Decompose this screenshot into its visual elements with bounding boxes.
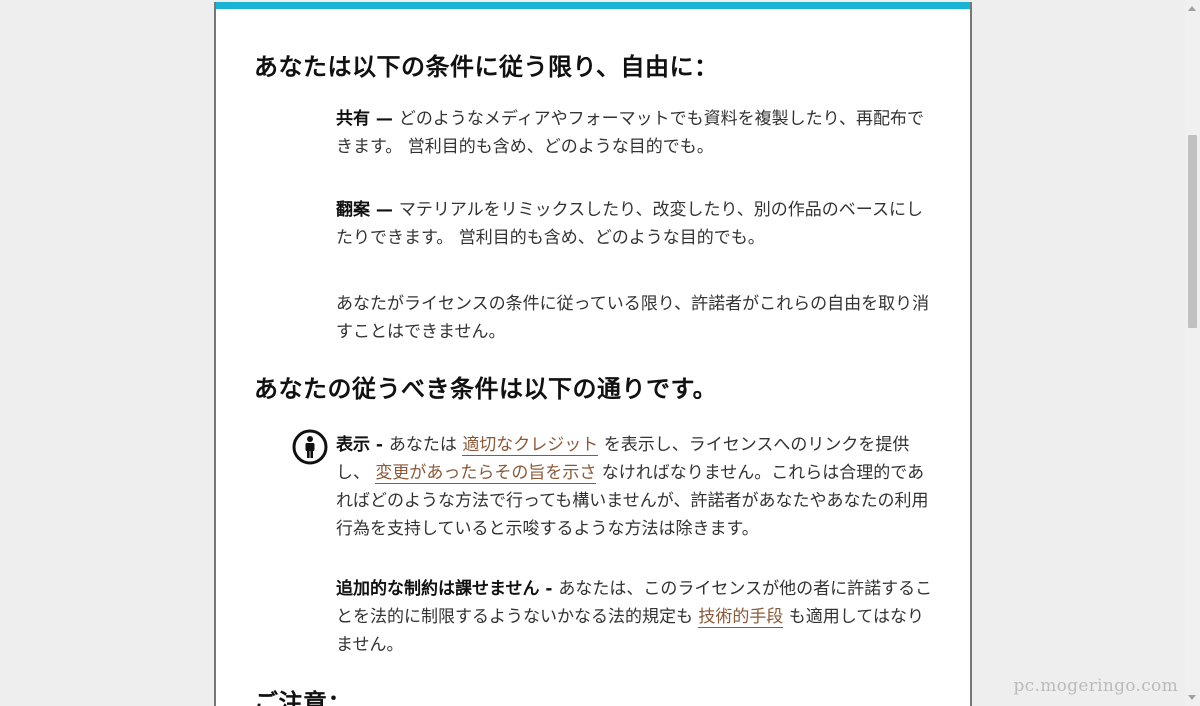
indicate-changes-link[interactable]: 変更があったらその旨を示さ [375, 463, 597, 484]
freedom-irrevocable-note: あなたがライセンスの条件に従っている限り、許諾者がこれらの自由を取り消すことはで… [336, 290, 936, 346]
technological-measures-link[interactable]: 技術的手段 [698, 607, 784, 628]
appropriate-credit-link[interactable]: 適切なクレジット [462, 435, 599, 456]
adapt-separator: — [370, 200, 399, 220]
browser-viewport: あなたは以下の条件に従う限り、自由に： 共有 — どのようなメディアやフォーマッ… [0, 0, 1200, 706]
share-separator: — [370, 109, 399, 129]
share-description: どのようなメディアやフォーマットでも資料を複製したり、再配布できます。 営利目的… [336, 109, 924, 157]
adapt-term: 翻案 [336, 200, 370, 220]
attribution-separator: - [370, 435, 389, 455]
scroll-down-arrow-icon[interactable] [1188, 695, 1196, 700]
license-deed-card: あなたは以下の条件に従う限り、自由に： 共有 — どのようなメディアやフォーマッ… [214, 2, 972, 706]
no-restrictions-term: 追加的な制約は課せません [336, 579, 540, 599]
no-restrictions-separator: - [539, 579, 559, 599]
freedoms-heading: あなたは以下の条件に従う限り、自由に： [254, 53, 719, 81]
share-term: 共有 [336, 109, 370, 129]
attribution-person-icon [292, 429, 328, 465]
scroll-up-arrow-icon[interactable] [1188, 6, 1196, 11]
freedom-adapt: 翻案 — マテリアルをリミックスしたり、改変したり、別の作品のベースにしたりでき… [336, 196, 936, 252]
freedom-share: 共有 — どのようなメディアやフォーマットでも資料を複製したり、再配布できます。… [336, 105, 936, 161]
irrevocable-text: あなたがライセンスの条件に従っている限り、許諾者がこれらの自由を取り消すことはで… [336, 294, 930, 342]
vertical-scrollbar[interactable] [1185, 0, 1200, 706]
attribution-term: 表示 [336, 435, 370, 455]
condition-attribution: 表示 - あなたは 適切なクレジット を表示し、ライセンスへのリンクを提供し、 … [336, 431, 936, 543]
accent-top-bar [216, 2, 970, 9]
condition-no-additional-restrictions: 追加的な制約は課せません - あなたは、このライセンスが他の者に許諾することを法… [336, 575, 936, 659]
scrollbar-thumb[interactable] [1188, 135, 1197, 328]
adapt-description: マテリアルをリミックスしたり、改変したり、別の作品のベースにしたりできます。 営… [336, 200, 923, 248]
attribution-text-1: あなたは [388, 435, 463, 455]
conditions-heading: あなたの従うべき条件は以下の通りです。 [254, 375, 718, 403]
site-watermark: pc.mogeringo.com [1013, 676, 1178, 696]
notice-heading: ご注意： [254, 689, 352, 706]
